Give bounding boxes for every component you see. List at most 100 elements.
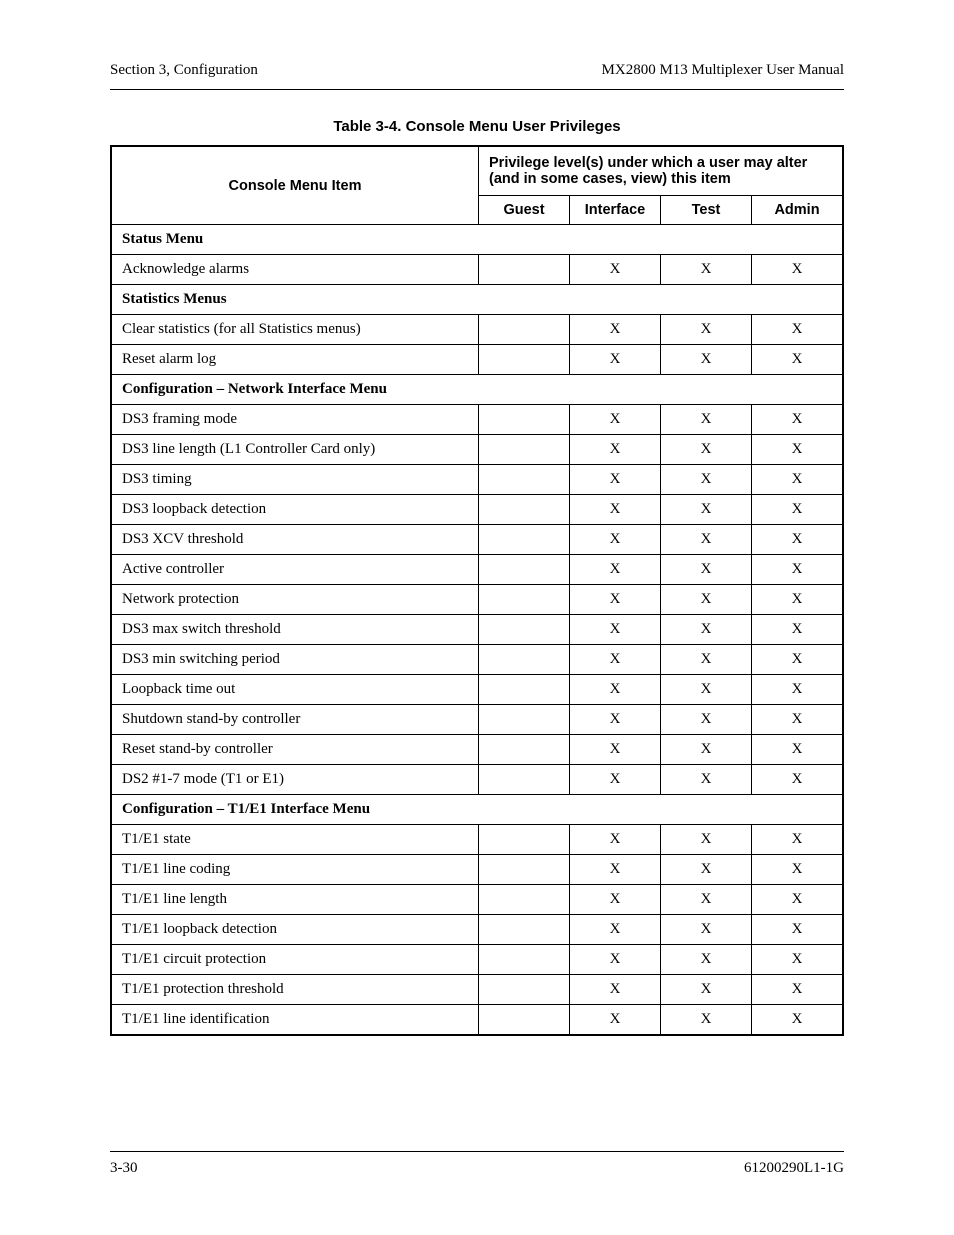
col-header-interface: Interface [570,196,661,225]
table-row: Acknowledge alarmsXXX [111,255,843,285]
page: Section 3, Configuration MX2800 M13 Mult… [0,0,954,1235]
priv-mark: X [570,765,661,795]
priv-mark: X [570,465,661,495]
priv-mark: X [661,675,752,705]
priv-mark [479,765,570,795]
priv-mark [479,435,570,465]
priv-mark [479,345,570,375]
menu-item-label: DS3 framing mode [111,405,479,435]
priv-mark: X [570,675,661,705]
priv-mark: X [661,825,752,855]
menu-item-label: Reset alarm log [111,345,479,375]
priv-mark: X [570,975,661,1005]
priv-mark: X [661,885,752,915]
priv-mark: X [570,615,661,645]
priv-mark: X [661,945,752,975]
priv-mark: X [570,555,661,585]
priv-mark [479,855,570,885]
priv-mark: X [752,765,844,795]
col-header-test: Test [661,196,752,225]
priv-mark [479,495,570,525]
priv-mark: X [570,885,661,915]
priv-mark [479,405,570,435]
menu-item-label: T1/E1 loopback detection [111,915,479,945]
priv-mark: X [570,255,661,285]
priv-mark [479,735,570,765]
privileges-table: Console Menu Item Privilege level(s) und… [110,145,844,1036]
priv-mark: X [661,615,752,645]
priv-mark: X [752,855,844,885]
priv-mark [479,675,570,705]
priv-mark [479,975,570,1005]
priv-mark: X [752,975,844,1005]
table-row: T1/E1 stateXXX [111,825,843,855]
table-row: Configuration – T1/E1 Interface Menu [111,795,843,825]
priv-mark: X [661,915,752,945]
priv-mark: X [570,405,661,435]
priv-mark [479,585,570,615]
table-caption: Table 3-4. Console Menu User Privileges [110,118,844,135]
priv-mark: X [570,345,661,375]
priv-mark: X [752,495,844,525]
priv-mark: X [661,705,752,735]
priv-mark: X [752,615,844,645]
priv-mark: X [570,315,661,345]
section-heading: Status Menu [111,225,843,255]
section-heading: Statistics Menus [111,285,843,315]
priv-mark [479,915,570,945]
footer-right: 61200290L1-1G [744,1160,844,1177]
priv-mark: X [752,255,844,285]
table-row: Reset alarm logXXX [111,345,843,375]
table-row: Reset stand-by controllerXXX [111,735,843,765]
col-header-guest: Guest [479,196,570,225]
priv-mark: X [661,495,752,525]
priv-mark: X [752,585,844,615]
menu-item-label: Clear statistics (for all Statistics men… [111,315,479,345]
priv-mark [479,555,570,585]
menu-item-label: DS2 #1-7 mode (T1 or E1) [111,765,479,795]
menu-item-label: T1/E1 protection threshold [111,975,479,1005]
priv-mark [479,885,570,915]
priv-mark: X [752,345,844,375]
priv-mark [479,705,570,735]
menu-item-label: DS3 line length (L1 Controller Card only… [111,435,479,465]
priv-mark: X [661,315,752,345]
priv-mark: X [570,735,661,765]
menu-item-label: T1/E1 circuit protection [111,945,479,975]
table-row: Loopback time outXXX [111,675,843,705]
priv-mark [479,615,570,645]
priv-mark [479,255,570,285]
table-row: Active controllerXXX [111,555,843,585]
priv-mark: X [570,525,661,555]
table-row: T1/E1 line codingXXX [111,855,843,885]
priv-mark [479,525,570,555]
priv-mark: X [661,765,752,795]
menu-item-label: DS3 min switching period [111,645,479,675]
priv-mark: X [570,705,661,735]
priv-mark: X [570,825,661,855]
priv-mark: X [570,915,661,945]
priv-mark: X [752,675,844,705]
table-row: DS2 #1-7 mode (T1 or E1)XXX [111,765,843,795]
priv-mark: X [752,825,844,855]
col-header-item: Console Menu Item [111,146,479,225]
table-row: T1/E1 line identificationXXX [111,1005,843,1036]
table-row: DS3 min switching periodXXX [111,645,843,675]
menu-item-label: Acknowledge alarms [111,255,479,285]
table-row: DS3 loopback detectionXXX [111,495,843,525]
footer-left: 3-30 [110,1160,138,1177]
table-row: T1/E1 circuit protectionXXX [111,945,843,975]
table-row: DS3 line length (L1 Controller Card only… [111,435,843,465]
priv-mark: X [752,555,844,585]
priv-mark: X [752,945,844,975]
priv-mark: X [752,1005,844,1036]
table-row: Clear statistics (for all Statistics men… [111,315,843,345]
menu-item-label: DS3 loopback detection [111,495,479,525]
table-row: T1/E1 line lengthXXX [111,885,843,915]
menu-item-label: T1/E1 line coding [111,855,479,885]
priv-mark [479,945,570,975]
priv-mark: X [752,915,844,945]
priv-mark: X [661,525,752,555]
table-row: Statistics Menus [111,285,843,315]
menu-item-label: DS3 max switch threshold [111,615,479,645]
